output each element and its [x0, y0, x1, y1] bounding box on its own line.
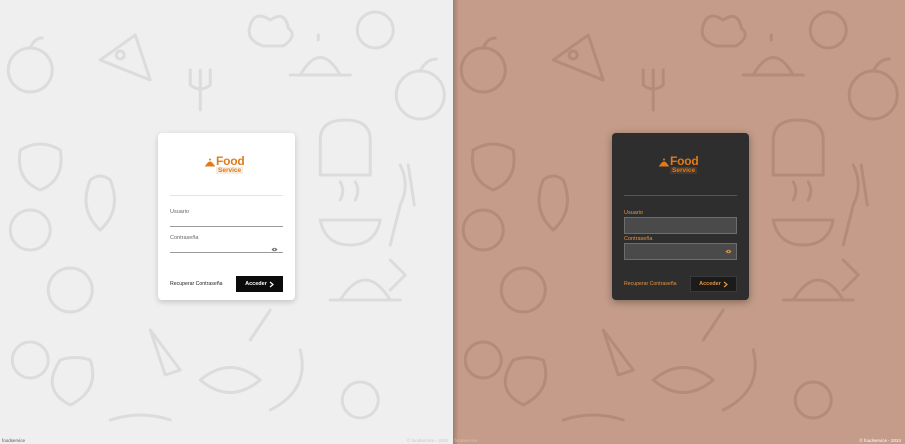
- chevron-right-icon: [269, 281, 274, 287]
- chevron-right-icon: [723, 281, 728, 287]
- login-button[interactable]: Acceder: [690, 276, 737, 292]
- footer-brand: foodservice: [2, 438, 26, 443]
- password-field[interactable]: [624, 243, 737, 260]
- login-button[interactable]: Acceder: [236, 276, 283, 292]
- login-button-label: Acceder: [245, 281, 267, 287]
- card-divider: [170, 195, 283, 196]
- login-card: Food Service Usuario Contraseña Recupera…: [158, 133, 295, 300]
- brand-logo: Food Service: [658, 155, 706, 177]
- login-card: Food Service Usuario Contraseña Recupera…: [612, 133, 749, 300]
- footer-copyright: © foodservice - 2024: [406, 438, 449, 443]
- footer-copyright: © foodservice - 2024: [859, 438, 901, 443]
- password-field[interactable]: [170, 241, 283, 253]
- cloche-icon: [205, 158, 215, 167]
- password-label: Contraseña: [624, 236, 653, 242]
- eye-icon[interactable]: [725, 249, 732, 254]
- recover-password-link[interactable]: Recuperar Contraseña: [170, 281, 222, 287]
- cloche-icon: [659, 158, 669, 167]
- username-label: Usuario: [624, 210, 643, 216]
- username-field[interactable]: [170, 215, 283, 227]
- recover-password-link[interactable]: Recuperar Contraseña: [624, 281, 676, 287]
- eye-icon[interactable]: [271, 247, 278, 252]
- login-button-label: Acceder: [699, 281, 721, 287]
- light-theme-pane: Food Service Usuario Contraseña Recupera…: [0, 0, 453, 444]
- dark-theme-pane: Food Service Usuario Contraseña Recupera…: [452, 0, 905, 444]
- brand-logo: Food Service: [204, 155, 252, 177]
- footer-brand: foodservice: [454, 438, 478, 443]
- username-field[interactable]: [624, 217, 737, 234]
- login-preview-stage: Food Service Usuario Contraseña Recupera…: [0, 0, 905, 444]
- card-divider: [624, 195, 737, 196]
